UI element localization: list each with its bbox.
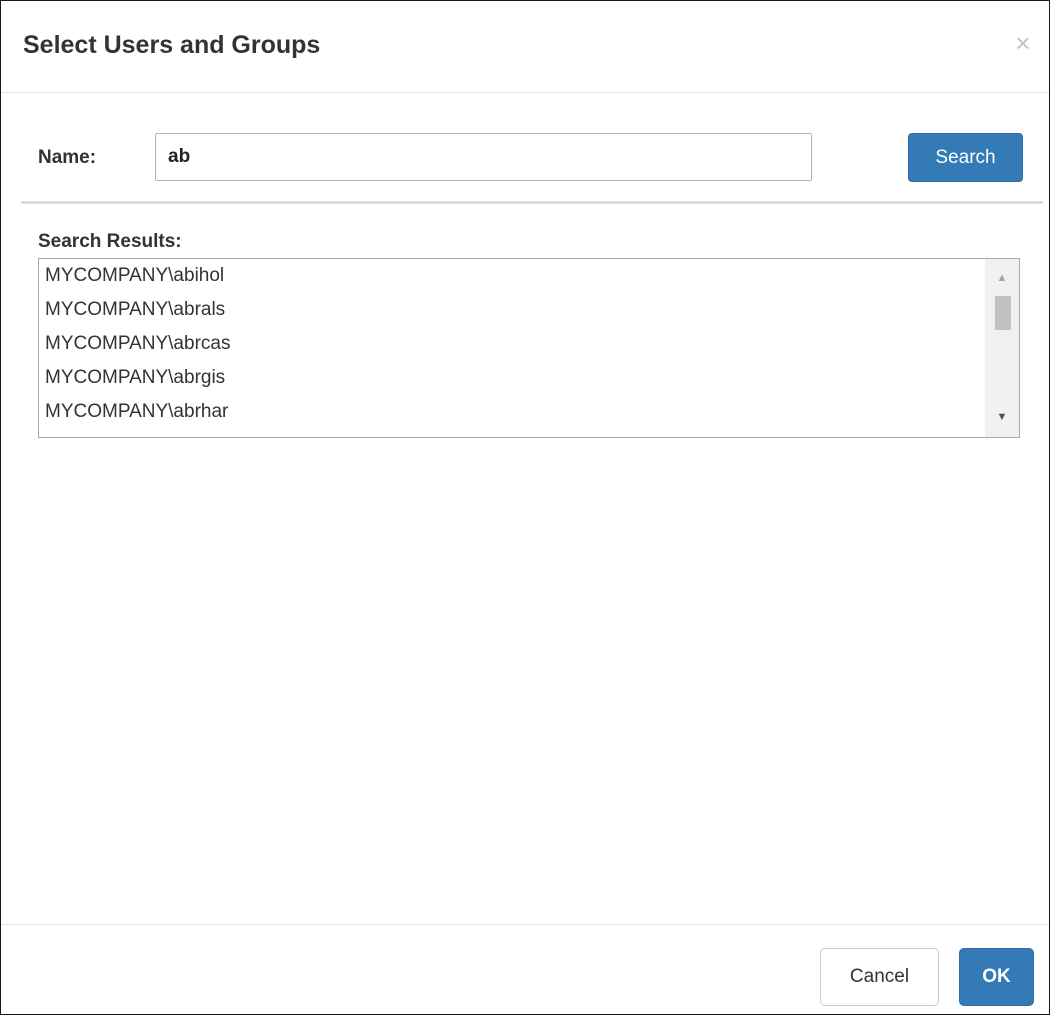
list-item[interactable]: MYCOMPANY\abrals [39, 293, 984, 327]
results-scrollbar[interactable]: ▲ ▼ [985, 259, 1019, 437]
dialog-footer: Cancel OK [1, 924, 1049, 1015]
cancel-button[interactable]: Cancel [820, 948, 939, 1006]
separator [21, 201, 1043, 204]
search-results-listbox[interactable]: MYCOMPANY\abihol MYCOMPANY\abrals MYCOMP… [38, 258, 1020, 438]
search-results-label: Search Results: [38, 231, 182, 252]
list-item[interactable]: MYCOMPANY\abrgis [39, 361, 984, 395]
dialog-header: Select Users and Groups × [1, 1, 1049, 93]
ok-button[interactable]: OK [959, 948, 1034, 1006]
list-item[interactable]: MYCOMPANY\abrhar [39, 395, 984, 429]
select-users-dialog: Select Users and Groups × Name: Search S… [0, 0, 1050, 1015]
results-list: MYCOMPANY\abihol MYCOMPANY\abrals MYCOMP… [39, 259, 984, 429]
scroll-down-icon[interactable]: ▼ [985, 403, 1019, 437]
name-label: Name: [38, 147, 97, 168]
scroll-up-icon[interactable]: ▲ [985, 259, 1019, 293]
dialog-title: Select Users and Groups [23, 31, 321, 59]
name-input[interactable] [155, 133, 812, 181]
close-icon[interactable]: × [1011, 30, 1035, 56]
search-button[interactable]: Search [908, 133, 1023, 182]
scroll-thumb[interactable] [995, 296, 1011, 330]
list-item[interactable]: MYCOMPANY\abihol [39, 259, 984, 293]
list-item[interactable]: MYCOMPANY\abrcas [39, 327, 984, 361]
